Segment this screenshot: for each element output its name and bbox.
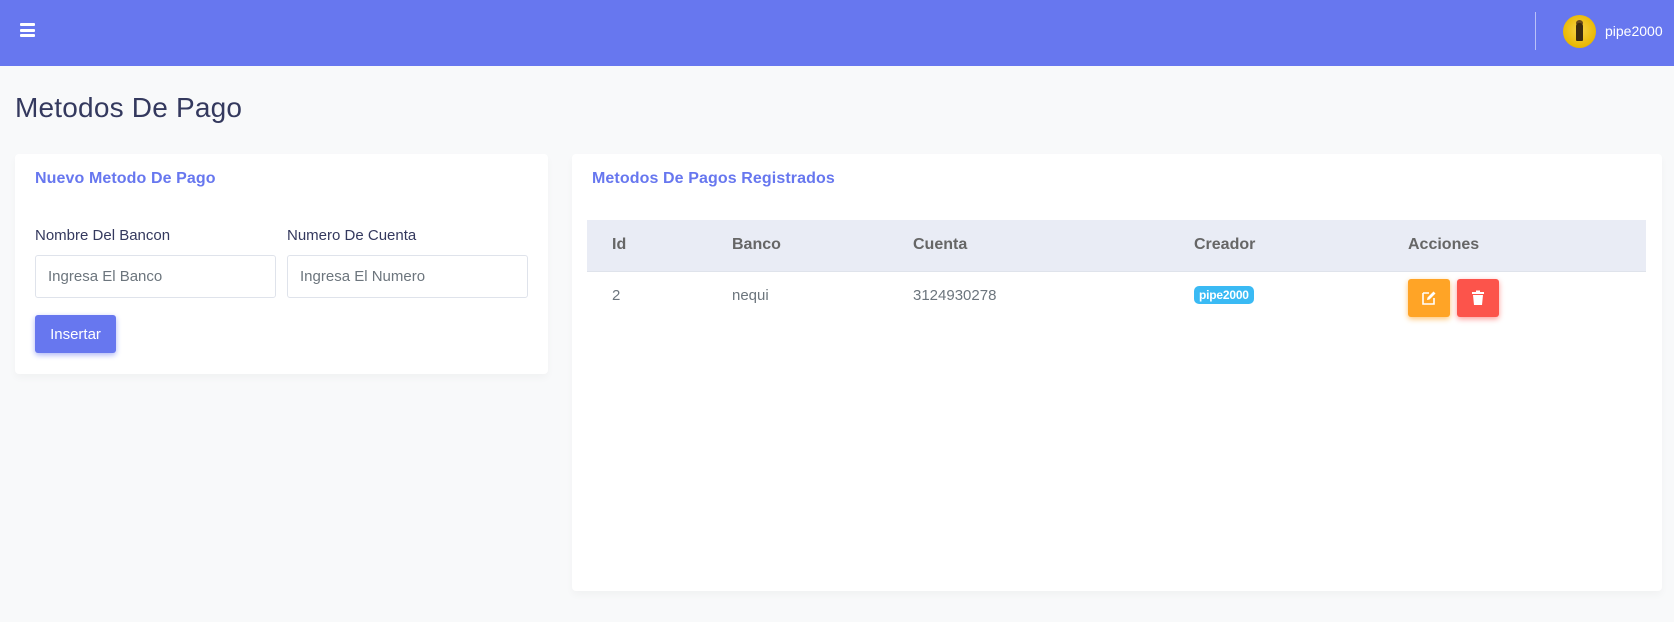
trash-icon xyxy=(1472,290,1485,306)
delete-button[interactable] xyxy=(1457,279,1500,318)
card-header: Nuevo Metodo De Pago xyxy=(35,170,216,187)
page-title: Metodos De Pago xyxy=(15,92,243,123)
creator-badge: pipe2000 xyxy=(1194,286,1254,305)
bank-name-label: Nombre Del Bancon xyxy=(35,227,171,244)
menu-toggle-icon[interactable] xyxy=(20,23,35,37)
cell-cuenta: 3124930278 xyxy=(913,286,997,304)
new-payment-method-card: Nuevo Metodo De Pago Nombre Del Bancon N… xyxy=(15,154,548,374)
cell-acciones xyxy=(1383,271,1646,319)
avatar xyxy=(1563,14,1596,48)
table-row: 2 nequi 3124930278 pipe2000 xyxy=(587,271,1646,319)
column-header-acciones: Acciones xyxy=(1383,220,1646,272)
cell-creador: pipe2000 xyxy=(1169,271,1383,319)
payment-methods-table: Id Banco Cuenta Creador Acciones 2 nequi… xyxy=(587,220,1646,319)
column-header-id: Id xyxy=(587,220,707,272)
account-number-input[interactable] xyxy=(287,255,528,298)
account-number-label: Numero De Cuenta xyxy=(287,227,417,244)
card-header: Metodos De Pagos Registrados xyxy=(592,170,835,187)
cell-banco: nequi xyxy=(732,286,769,304)
user-name: pipe2000 xyxy=(1605,23,1663,39)
insert-button[interactable]: Insertar xyxy=(35,315,116,353)
top-navbar: pipe2000 xyxy=(0,0,1674,66)
column-header-creador: Creador xyxy=(1169,220,1383,272)
table-header-row: Id Banco Cuenta Creador Acciones xyxy=(587,220,1646,272)
edit-button[interactable] xyxy=(1408,279,1450,318)
user-menu[interactable]: pipe2000 xyxy=(1563,14,1663,48)
registered-payment-methods-card: Metodos De Pagos Registrados Id Banco Cu… xyxy=(572,154,1662,591)
edit-icon xyxy=(1422,291,1436,306)
cell-id: 2 xyxy=(612,286,621,304)
nav-divider xyxy=(1535,12,1536,50)
column-header-cuenta: Cuenta xyxy=(888,220,1169,272)
column-header-banco: Banco xyxy=(707,220,888,272)
bank-name-input[interactable] xyxy=(35,255,276,298)
